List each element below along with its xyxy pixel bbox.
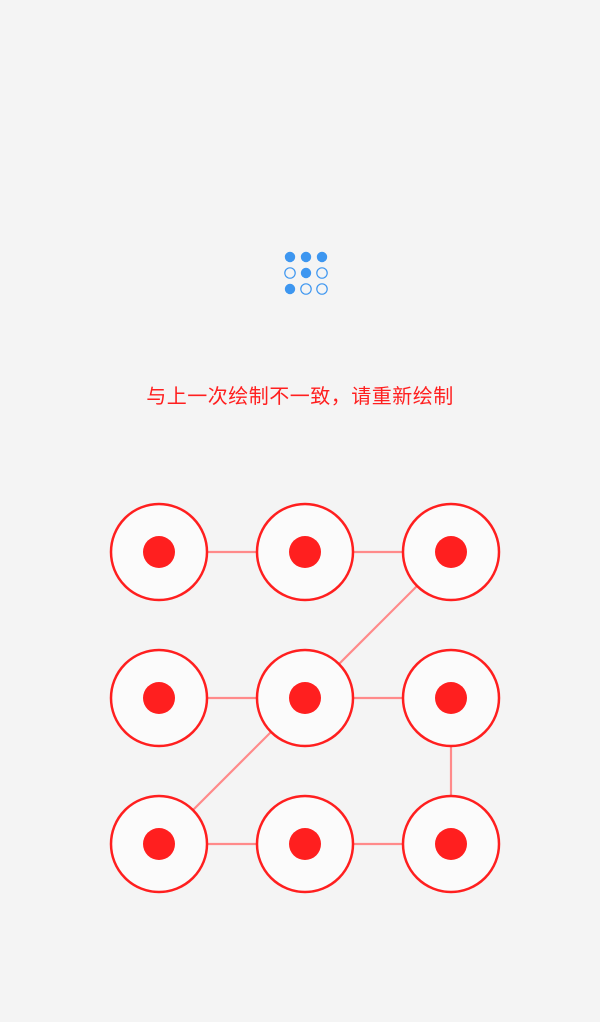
pattern-node-center — [435, 828, 467, 860]
pattern-node-2[interactable] — [255, 502, 355, 602]
pattern-node-7[interactable] — [109, 794, 209, 894]
pattern-node-3[interactable] — [401, 502, 501, 602]
pattern-node-4[interactable] — [109, 648, 209, 748]
pattern-node-center — [143, 536, 175, 568]
pattern-node-9[interactable] — [401, 794, 501, 894]
pattern-node-5[interactable] — [255, 648, 355, 748]
pattern-lock-grid[interactable] — [0, 0, 600, 1022]
unlock-pattern-screen: 与上一次绘制不一致，请重新绘制 — [0, 0, 600, 1022]
pattern-node-center — [289, 682, 321, 714]
pattern-node-center — [435, 536, 467, 568]
pattern-node-center — [435, 682, 467, 714]
pattern-node-center — [143, 828, 175, 860]
pattern-node-6[interactable] — [401, 648, 501, 748]
pattern-node-center — [289, 828, 321, 860]
pattern-node-8[interactable] — [255, 794, 355, 894]
pattern-node-center — [289, 536, 321, 568]
pattern-node-1[interactable] — [109, 502, 209, 602]
pattern-node-center — [143, 682, 175, 714]
